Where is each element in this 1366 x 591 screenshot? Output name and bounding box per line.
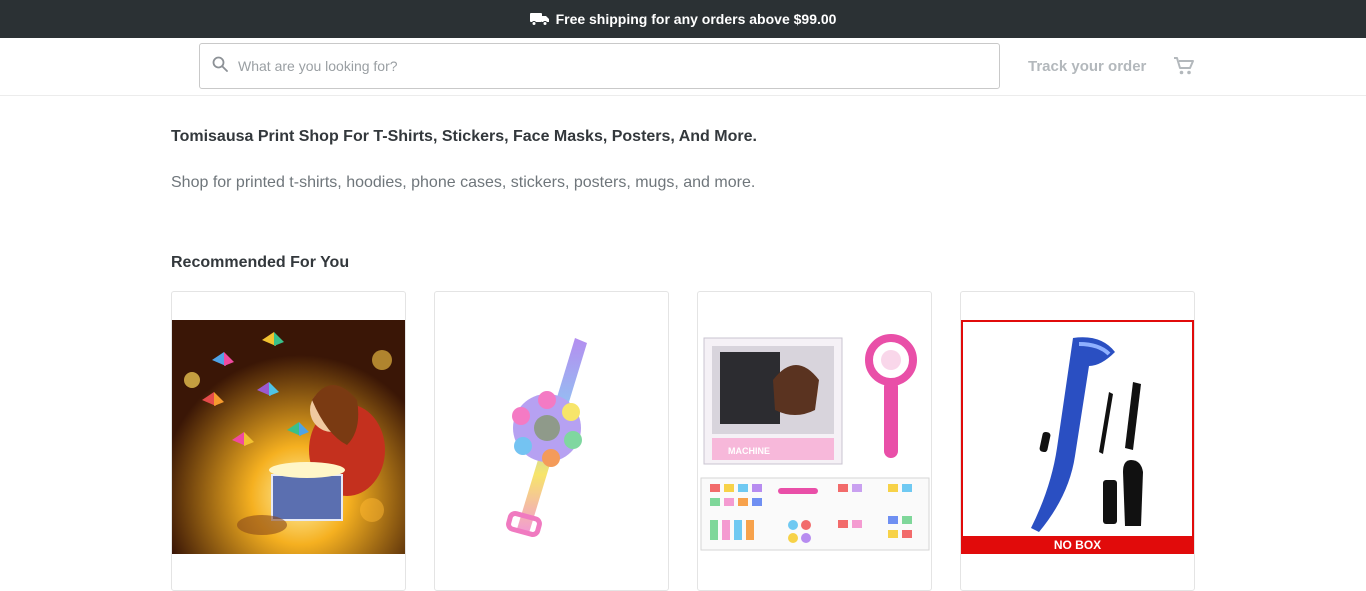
search-input[interactable]: [238, 58, 938, 74]
recommended-heading: Recommended For You: [171, 254, 350, 271]
search-icon: [212, 56, 228, 77]
product-card[interactable]: [434, 291, 669, 591]
product-image[interactable]: [435, 320, 668, 554]
product-card[interactable]: [171, 291, 406, 591]
search-box[interactable]: [199, 43, 1000, 89]
product-card[interactable]: MACHINE: [697, 291, 932, 591]
track-order-link[interactable]: Track your order: [1028, 58, 1146, 75]
shop-subtitle: Shop for printed t-shirts, hoodies, phon…: [171, 174, 756, 191]
shipping-banner-text: Free shipping for any orders above $99.0…: [555, 11, 837, 27]
product-image[interactable]: [172, 320, 405, 554]
shipping-banner: Free shipping for any orders above $99.0…: [0, 0, 1366, 38]
svg-text:MACHINE: MACHINE: [728, 446, 770, 456]
cart-icon[interactable]: [1173, 56, 1195, 81]
truck-icon: [529, 12, 550, 26]
product-image-frame: [961, 320, 1194, 554]
no-box-badge: NO BOX: [961, 536, 1194, 554]
site-header: Track your order: [0, 38, 1366, 96]
product-card[interactable]: NO BOX: [960, 291, 1195, 591]
shop-title: Tomisausa Print Shop For T-Shirts, Stick…: [171, 128, 757, 145]
product-image[interactable]: MACHINE: [698, 320, 931, 554]
